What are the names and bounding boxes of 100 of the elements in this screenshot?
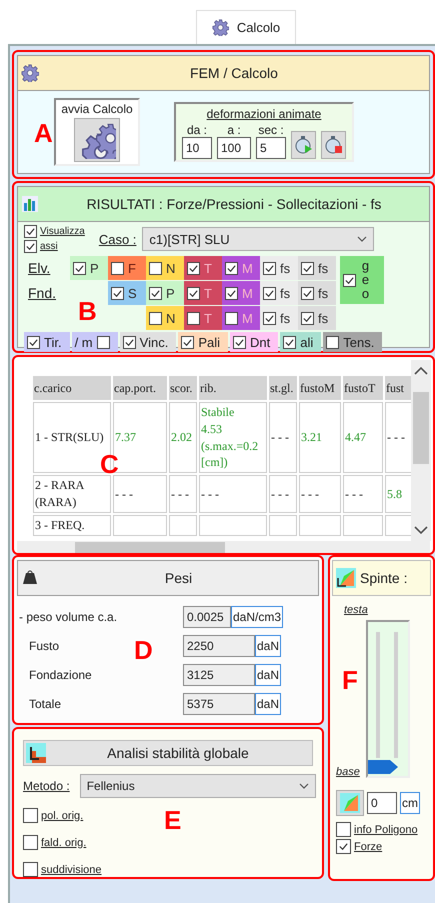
row-label[interactable]: Fnd. <box>24 285 70 301</box>
checkbox[interactable] <box>149 262 162 274</box>
chevron-down-icon <box>298 782 309 790</box>
table-cell <box>199 514 267 536</box>
checkbox[interactable] <box>225 312 238 324</box>
vertical-slider[interactable] <box>366 620 410 778</box>
slider-thumb[interactable] <box>368 760 398 774</box>
checkbox[interactable] <box>336 839 351 854</box>
horizontal-scrollbar[interactable] <box>17 541 430 553</box>
checkbox[interactable] <box>149 312 162 324</box>
checkbox[interactable] <box>24 240 37 253</box>
method-dropdown[interactable]: Fellenius <box>80 774 316 798</box>
toggle-label: Vinc. <box>140 334 168 350</box>
checkbox[interactable] <box>301 262 314 274</box>
option-link[interactable]: assi <box>40 241 58 252</box>
checkmark-icon <box>226 262 237 274</box>
checkmark-icon <box>112 288 123 298</box>
chevron-down-icon[interactable] <box>414 525 428 535</box>
checkbox[interactable] <box>336 822 351 837</box>
number-field[interactable]: 5 <box>256 137 286 159</box>
checkbox[interactable] <box>283 336 296 348</box>
checkbox[interactable] <box>263 262 276 274</box>
checkbox[interactable] <box>326 336 340 348</box>
table-cell: - - - <box>113 475 167 513</box>
table-cell <box>299 514 341 536</box>
bottom-label: base <box>336 766 360 778</box>
checkbox[interactable] <box>301 312 314 324</box>
option-link[interactable]: pol. orig. <box>41 810 84 822</box>
checkbox[interactable] <box>187 262 200 274</box>
checkbox[interactable] <box>111 286 124 300</box>
value-field[interactable]: 0.0025 <box>183 606 231 628</box>
value-field[interactable]: 5375 <box>183 693 255 715</box>
checkmark-icon <box>28 336 39 348</box>
checkbox[interactable] <box>23 808 38 823</box>
toggle-label: fs <box>318 310 328 326</box>
checkbox[interactable] <box>96 336 110 348</box>
field-label: da : <box>186 123 207 137</box>
checkmark-icon <box>74 262 85 274</box>
checkbox[interactable] <box>24 225 37 238</box>
section-letter: D <box>134 637 153 663</box>
calcolo-tab[interactable]: Calcolo <box>196 10 296 44</box>
option-link[interactable]: suddivisione <box>41 864 102 876</box>
checkbox[interactable] <box>27 336 40 348</box>
thrust-diagram-icon <box>340 793 360 813</box>
checkbox[interactable] <box>187 286 200 300</box>
checkmark-icon <box>302 262 313 274</box>
toggle-label: fs <box>318 260 328 276</box>
table-cell: - - - <box>169 475 197 513</box>
checkmark-icon <box>150 288 161 298</box>
checkbox[interactable] <box>343 274 356 286</box>
checkbox[interactable] <box>23 835 38 850</box>
checkbox[interactable] <box>122 336 136 348</box>
checkmark-icon <box>188 262 199 274</box>
toggle-label: M <box>242 310 253 326</box>
table-cell <box>169 514 197 536</box>
option-link[interactable]: info Poligono <box>354 824 418 836</box>
field-label: sec : <box>258 123 284 137</box>
toggle-label: ali <box>300 334 314 350</box>
play-button[interactable] <box>291 131 316 159</box>
checkmark-icon <box>188 288 199 298</box>
section-letter: F <box>342 667 358 693</box>
checkbox[interactable] <box>233 336 246 348</box>
checkbox[interactable] <box>263 286 276 300</box>
option-link[interactable]: fald. orig. <box>41 836 86 848</box>
number-field[interactable]: 100 <box>217 137 251 159</box>
checkmark-icon <box>264 262 275 274</box>
checkbox[interactable] <box>225 286 238 300</box>
toggle-label: Tens. <box>343 334 374 350</box>
checkbox[interactable] <box>181 336 194 348</box>
option-link[interactable]: Forze <box>354 840 382 852</box>
column-header: st.gl. <box>269 376 297 400</box>
toggle-label: T <box>204 260 212 276</box>
stopwatch-stop-icon <box>324 135 344 155</box>
toggle-label: Dnt <box>250 334 270 350</box>
unit-field: daN <box>255 635 282 657</box>
checkbox[interactable] <box>263 312 276 324</box>
value-field[interactable]: 2250 <box>183 635 255 657</box>
chevron-up-icon[interactable] <box>414 366 428 376</box>
checkbox[interactable] <box>73 262 86 274</box>
option-link[interactable]: Visualizza <box>40 226 85 237</box>
toggle-label: P <box>166 286 175 300</box>
checkbox[interactable] <box>301 286 314 300</box>
case-dropdown[interactable]: c1)[STR] SLU <box>142 227 374 251</box>
number-field[interactable]: 10 <box>182 137 212 159</box>
checkbox[interactable] <box>149 286 162 300</box>
checkmark-icon <box>338 841 349 852</box>
checkbox[interactable] <box>187 312 200 324</box>
checkbox[interactable] <box>23 862 38 877</box>
offset-field[interactable]: 0 <box>367 792 397 814</box>
stability-analysis-button[interactable]: Analisi stabilità globale <box>23 740 313 766</box>
value-field[interactable]: 3125 <box>183 664 255 686</box>
checkbox[interactable] <box>225 262 238 274</box>
run-calculation-button[interactable]: avvia Calcolo <box>54 98 140 166</box>
stop-button[interactable] <box>321 131 346 159</box>
table-cell: - - - <box>299 475 341 513</box>
row-label[interactable]: Elv. <box>24 260 70 276</box>
checkbox[interactable] <box>111 262 124 274</box>
toggle-label: N <box>166 310 176 326</box>
unit-field: daN/cm3 <box>231 606 284 628</box>
vertical-scrollbar[interactable] <box>411 360 431 541</box>
